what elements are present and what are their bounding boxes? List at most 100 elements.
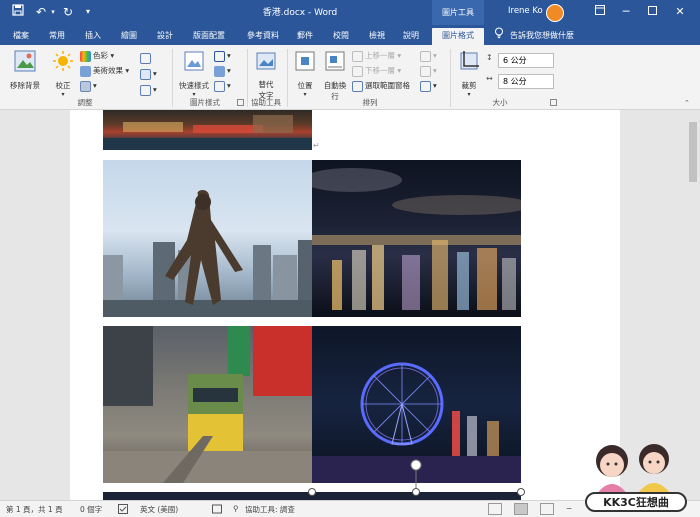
alt-text-button[interactable]: 替代 文字: [252, 50, 280, 101]
tab-home[interactable]: 常用: [42, 28, 72, 45]
group-separator: [287, 49, 288, 107]
redo-icon[interactable]: ↻: [60, 4, 76, 20]
resize-handle-icon[interactable]: [517, 488, 525, 496]
selection-pane-button[interactable]: 選取範圍窗格: [352, 79, 410, 93]
group-button[interactable]: ▾: [420, 64, 437, 78]
dialog-launcher-icon[interactable]: [237, 99, 244, 106]
change-picture-button[interactable]: ▾: [140, 67, 157, 81]
picture-effects-button[interactable]: ▾: [214, 64, 231, 78]
document-title: 香港.docx - Word: [262, 8, 338, 18]
group-label-size: 大小: [492, 98, 508, 107]
page-count[interactable]: 第 1 頁，共 1 頁: [6, 504, 63, 515]
tab-design[interactable]: 設計: [150, 28, 180, 45]
photo-bruce-lee-statue[interactable]: [103, 160, 312, 317]
zoom-out-icon[interactable]: −: [566, 504, 572, 513]
width-input[interactable]: 8 公分: [498, 74, 554, 89]
pen-icon: [214, 50, 225, 62]
group-separator: [450, 49, 451, 107]
photo-tram-street[interactable]: [103, 326, 312, 483]
context-tool-label: 圖片工具: [432, 0, 484, 25]
height-input[interactable]: 6 公分: [498, 53, 554, 68]
group-label-accessibility: 協助工具: [251, 98, 281, 107]
word-count[interactable]: 0 個字: [80, 504, 102, 515]
tab-review[interactable]: 校閱: [326, 28, 356, 45]
avatar[interactable]: [546, 4, 564, 22]
customize-qat-icon[interactable]: ▾: [80, 4, 96, 20]
watermark-logo: KK3C狂想曲: [585, 444, 687, 512]
rotate-handle-icon[interactable]: [410, 459, 422, 471]
paragraph-mark: ↵: [313, 141, 320, 150]
group-label-adjust: 調整: [77, 98, 93, 107]
color-button[interactable]: 色彩 ▾: [80, 49, 114, 63]
collapse-ribbon-icon[interactable]: ⌃: [684, 99, 690, 107]
selection-pane-icon: [352, 80, 363, 92]
tab-mailings[interactable]: 郵件: [292, 28, 318, 45]
tab-references[interactable]: 參考資料: [240, 28, 286, 45]
accessibility-status[interactable]: 協助工具: 調查: [245, 504, 295, 515]
position-icon: [295, 51, 315, 71]
position-button[interactable]: 位置 ▾: [292, 50, 318, 98]
photo-night-skyline[interactable]: [312, 160, 521, 317]
tab-insert[interactable]: 插入: [78, 28, 108, 45]
reset-picture-button[interactable]: ▾: [140, 83, 157, 97]
wrap-text-button[interactable]: 自動換 行: [320, 50, 350, 102]
restore-icon[interactable]: [642, 3, 662, 21]
tell-me-search[interactable]: 告訴我您想做什麼: [510, 30, 574, 41]
accessibility-icon: ⚲: [233, 504, 239, 513]
save-icon[interactable]: [10, 4, 26, 20]
chevron-down-icon: ▾: [467, 91, 471, 98]
bring-forward-icon: [352, 50, 363, 62]
group-label-arrange: 排列: [362, 98, 378, 107]
remove-background-button[interactable]: 移除背景: [6, 50, 44, 91]
color-icon: [80, 50, 91, 62]
read-mode-icon[interactable]: [488, 503, 502, 515]
proofing-icon[interactable]: [118, 504, 128, 516]
scrollbar-thumb[interactable]: [689, 122, 697, 182]
user-name[interactable]: Irene Ko: [508, 6, 543, 16]
rotate-button[interactable]: ▾: [420, 79, 437, 93]
tab-layout[interactable]: 版面配置: [186, 28, 232, 45]
artistic-effects-button[interactable]: 美術效果 ▾: [80, 64, 129, 78]
tab-draw[interactable]: 繪圖: [114, 28, 144, 45]
minimize-icon[interactable]: ─: [616, 3, 636, 21]
compress-pictures-button[interactable]: [140, 51, 153, 65]
picture-layout-button[interactable]: ▾: [214, 79, 231, 93]
tab-help[interactable]: 說明: [396, 28, 426, 45]
transparency-button[interactable]: ▾: [80, 79, 97, 93]
close-icon[interactable]: ✕: [670, 3, 690, 21]
picture-border-button[interactable]: ▾: [214, 49, 231, 63]
change-picture-icon: [140, 68, 151, 80]
undo-dropdown-icon[interactable]: ▾: [45, 4, 61, 20]
compress-icon: [140, 52, 151, 64]
track-changes-icon[interactable]: [212, 504, 222, 516]
quick-styles-button[interactable]: 快速樣式 ▾: [176, 50, 212, 98]
print-layout-icon[interactable]: [514, 503, 528, 515]
document-page[interactable]: ↵: [70, 110, 620, 500]
crop-icon: [460, 51, 479, 70]
send-backward-button[interactable]: 下移一層 ▾: [352, 64, 401, 78]
height-icon: ↕: [486, 53, 493, 62]
resize-handle-icon[interactable]: [308, 488, 316, 496]
photo-harbor-boats[interactable]: [103, 110, 312, 150]
group-label-picture-styles: 圖片樣式: [190, 98, 220, 107]
web-layout-icon[interactable]: [540, 503, 554, 515]
resize-handle-icon[interactable]: [412, 488, 420, 496]
dialog-launcher-icon[interactable]: [550, 99, 557, 106]
tab-picture-format[interactable]: 圖片格式: [432, 28, 484, 45]
ribbon-display-icon[interactable]: [590, 3, 610, 21]
artistic-effects-icon: [80, 65, 91, 77]
rotate-icon: [420, 80, 431, 92]
quick-styles-icon: [184, 51, 204, 71]
alt-text-icon: [256, 52, 276, 70]
align-icon: [420, 50, 431, 62]
align-button[interactable]: ▾: [420, 49, 437, 63]
selection-handles[interactable]: [300, 455, 530, 500]
corrections-button[interactable]: 校正 ▾: [50, 50, 76, 98]
language[interactable]: 英文 (美國): [140, 504, 178, 515]
tab-view[interactable]: 檢視: [362, 28, 392, 45]
tab-file[interactable]: 檔案: [6, 28, 36, 45]
transparency-icon: [80, 80, 91, 92]
bring-forward-button[interactable]: 上移一層 ▾: [352, 49, 401, 63]
crop-button[interactable]: 裁剪 ▾: [456, 50, 482, 98]
ribbon: 移除背景 校正 ▾ 色彩 ▾ 美術效果 ▾ ▾ ▾ ▾ 調整 快速樣式 ▾ ▾ …: [0, 45, 700, 110]
